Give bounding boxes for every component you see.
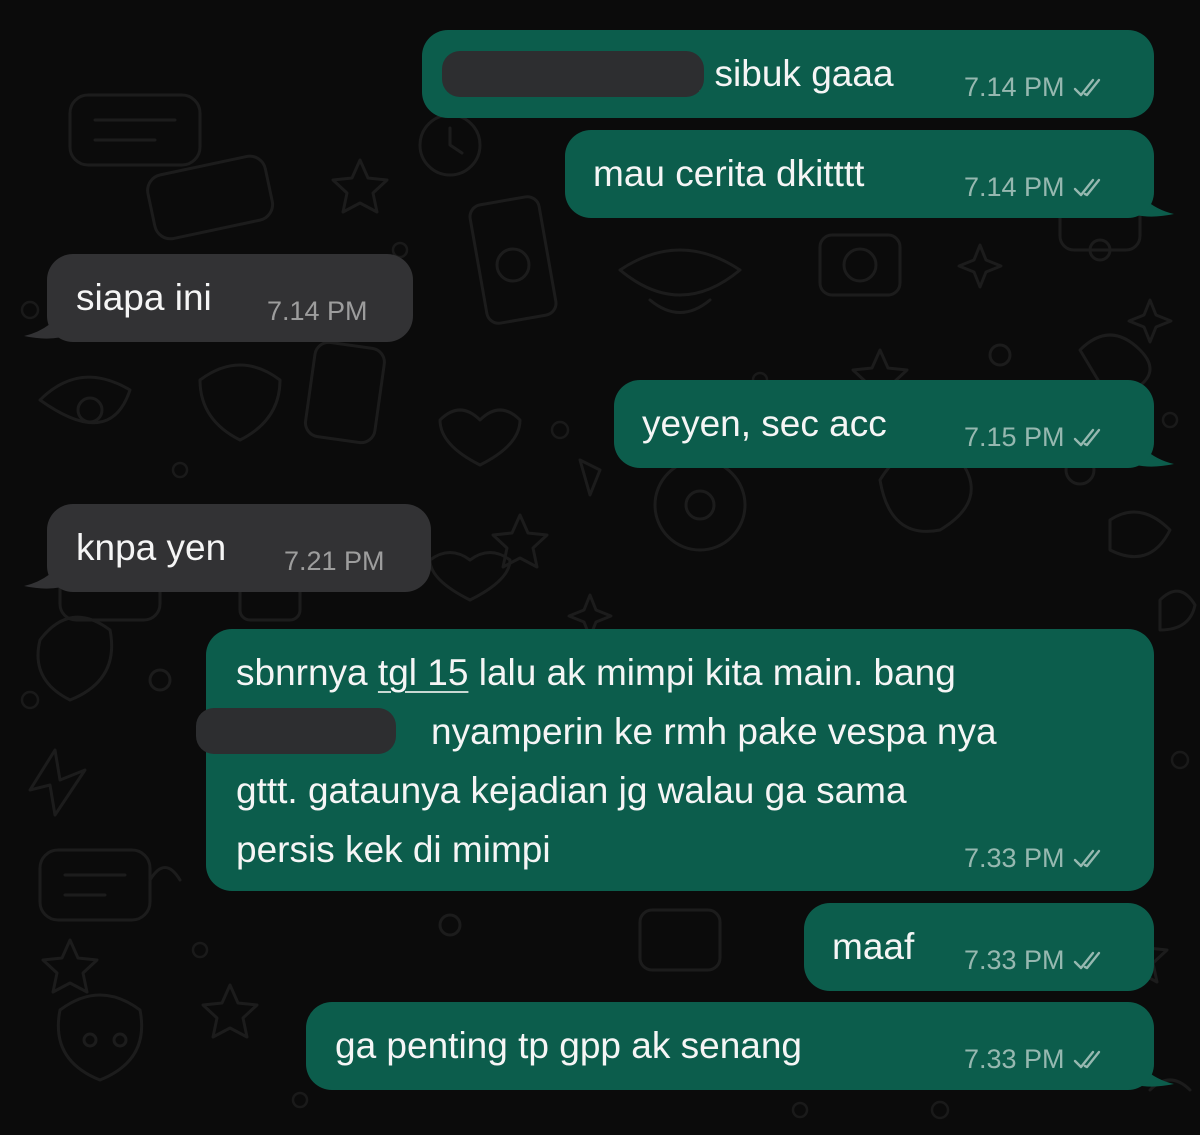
message-text-segment: sbnrnya [236, 652, 378, 693]
double-check-icon [1073, 1050, 1100, 1068]
message-time: 7.14 PM [964, 172, 1065, 202]
outgoing-message-bubble[interactable]: mau cerita dkitttt 7.14 PM [565, 130, 1154, 218]
message-meta: 7.14 PM [964, 72, 1107, 103]
redacted-name [196, 708, 396, 754]
message-meta: 7.33 PM [964, 945, 1107, 976]
message-time: 7.33 PM [964, 1044, 1065, 1074]
outgoing-message-bubble[interactable]: maaf 7.33 PM [804, 903, 1154, 991]
message-text-segment: lalu ak mimpi kita main. bang [468, 652, 956, 693]
incoming-message-bubble[interactable]: siapa ini 7.14 PM [47, 254, 413, 342]
message-text: yeyen, sec acc [642, 403, 887, 444]
message-text: mau cerita dkitttt [593, 153, 865, 194]
message-meta: 7.33 PM [964, 843, 1107, 874]
message-time: 7.14 PM [964, 72, 1065, 102]
double-check-icon [1073, 78, 1100, 96]
message-time: 7.33 PM [964, 945, 1065, 975]
message-text: siapa ini [76, 277, 212, 318]
message-line: sbnrnya tgl 15 lalu ak mimpi kita main. … [236, 643, 1126, 702]
double-check-icon [1073, 428, 1100, 446]
message-meta: 7.15 PM [964, 422, 1107, 453]
date-link[interactable]: tgl 15 [378, 652, 469, 693]
message-text: , sibuk gaaa [694, 53, 894, 94]
message-meta: 7.21 PM [284, 546, 385, 577]
message-text: ga penting tp gpp ak senang [335, 1025, 802, 1066]
outgoing-message-bubble[interactable]: yeyen, sec acc 7.15 PM [614, 380, 1154, 468]
message-meta: 7.14 PM [267, 296, 368, 327]
message-time: 7.15 PM [964, 422, 1065, 452]
message-text: maaf [832, 926, 915, 967]
incoming-message-bubble[interactable]: knpa yen 7.21 PM [47, 504, 431, 592]
message-meta: 7.33 PM [964, 1044, 1107, 1075]
double-check-icon [1073, 849, 1100, 867]
message-time: 7.33 PM [964, 843, 1065, 873]
redacted-name [442, 51, 704, 97]
message-text: knpa yen [76, 527, 227, 568]
outgoing-message-bubble[interactable]: ga penting tp gpp ak senang 7.33 PM [306, 1002, 1154, 1090]
message-time: 7.21 PM [284, 546, 385, 576]
message-time: 7.14 PM [267, 296, 368, 326]
message-meta: 7.14 PM [964, 172, 1107, 203]
outgoing-message-bubble[interactable]: sbnrnya tgl 15 lalu ak mimpi kita main. … [206, 629, 1154, 891]
double-check-icon [1073, 178, 1100, 196]
message-line: gttt. gataunya kejadian jg walau ga sama [236, 770, 907, 811]
double-check-icon [1073, 951, 1100, 969]
